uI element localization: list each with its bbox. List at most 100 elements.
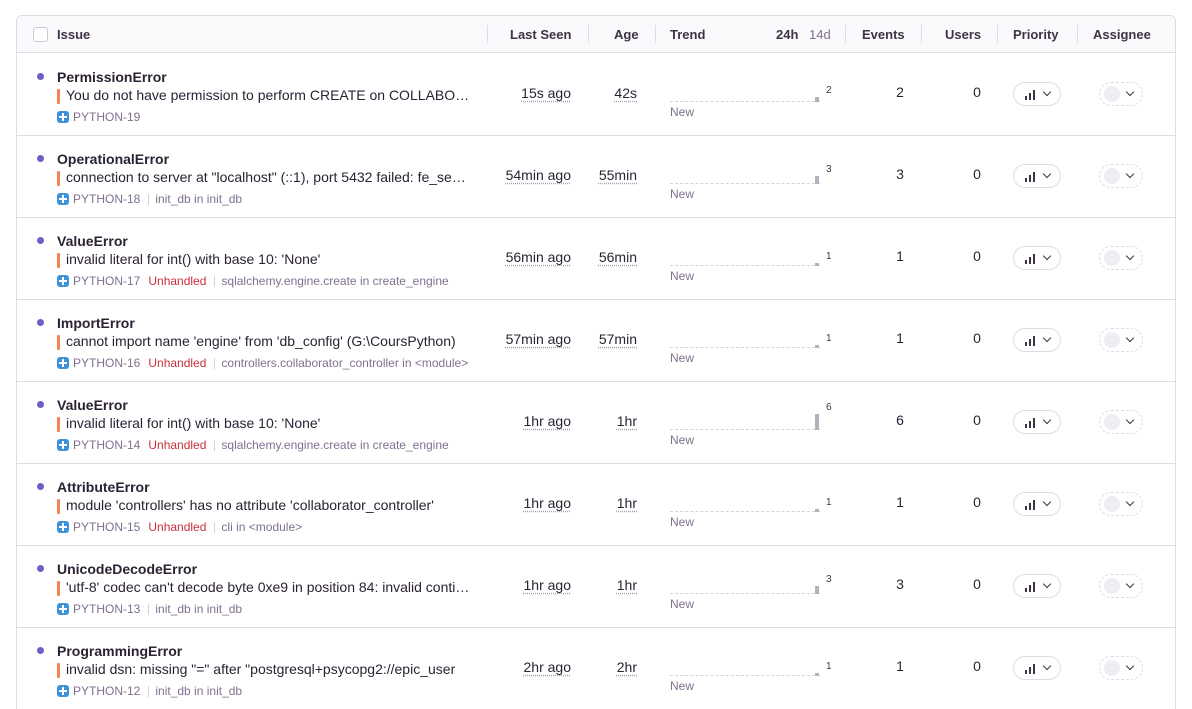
issue-meta: PYTHON-13 init_db in init_db — [57, 602, 242, 616]
assignee-selector[interactable] — [1099, 246, 1143, 270]
events-count: 1 — [896, 330, 904, 346]
table-row[interactable]: ProgrammingError invalid dsn: missing "="… — [17, 628, 1175, 709]
issue-message[interactable]: connection to server at "localhost" (::1… — [66, 169, 471, 185]
priority-dropdown[interactable] — [1013, 410, 1061, 434]
assignee-selector[interactable] — [1099, 164, 1143, 188]
column-events[interactable]: Events — [862, 27, 905, 42]
select-all-checkbox[interactable] — [33, 27, 48, 42]
table-row[interactable]: OperationalError connection to server at … — [17, 136, 1175, 218]
priority-signal-icon — [1025, 90, 1036, 100]
trend-sparkline — [670, 584, 834, 596]
sparkline-baseline — [670, 347, 820, 348]
chevron-down-icon — [1042, 415, 1052, 425]
assignee-selector[interactable] — [1099, 410, 1143, 434]
issue-title[interactable]: AttributeError — [57, 479, 150, 495]
sparkline-bar — [815, 586, 819, 594]
assignee-selector[interactable] — [1099, 574, 1143, 598]
issue-short-id[interactable]: PYTHON-16 — [73, 356, 140, 370]
chevron-down-icon — [1125, 87, 1135, 97]
issue-title[interactable]: ValueError — [57, 233, 128, 249]
issue-title[interactable]: OperationalError — [57, 151, 169, 167]
issue-message[interactable]: You do not have permission to perform CR… — [66, 87, 471, 103]
column-age[interactable]: Age — [614, 27, 639, 42]
trend-period-14d[interactable]: 14d — [809, 27, 831, 42]
message-level-bar — [57, 581, 60, 596]
issue-title[interactable]: ValueError — [57, 397, 128, 413]
last-seen-value: 54min ago — [505, 167, 571, 183]
issue-short-id[interactable]: PYTHON-17 — [73, 274, 140, 288]
issue-culprit: cli in <module> — [221, 520, 303, 534]
trend-label: New — [670, 679, 695, 693]
events-count: 6 — [896, 412, 904, 428]
table-row[interactable]: ImportError cannot import name 'engine' f… — [17, 300, 1175, 382]
unread-dot — [37, 155, 44, 162]
issue-message[interactable]: invalid literal for int() with base 10: … — [66, 251, 471, 267]
trend-sparkline — [670, 502, 834, 514]
issue-message[interactable]: cannot import name 'engine' from 'db_con… — [66, 333, 471, 349]
unread-dot — [37, 647, 44, 654]
priority-signal-icon — [1025, 254, 1036, 264]
priority-dropdown[interactable] — [1013, 492, 1061, 516]
issue-short-id[interactable]: PYTHON-12 — [73, 684, 140, 698]
issue-message[interactable]: module 'controllers' has no attribute 'c… — [66, 497, 471, 513]
issue-title[interactable]: ImportError — [57, 315, 135, 331]
events-count: 3 — [896, 166, 904, 182]
chevron-down-icon — [1042, 661, 1052, 671]
table-row[interactable]: UnicodeDecodeError 'utf-8' codec can't de… — [17, 546, 1175, 628]
meta-divider — [214, 357, 216, 369]
issue-short-id[interactable]: PYTHON-18 — [73, 192, 140, 206]
assignee-selector[interactable] — [1099, 492, 1143, 516]
priority-dropdown[interactable] — [1013, 656, 1061, 680]
priority-signal-icon — [1025, 664, 1036, 674]
priority-signal-icon — [1025, 582, 1036, 592]
issue-meta: PYTHON-16 Unhandled controllers.collaborat… — [57, 356, 468, 370]
table-row[interactable]: PermissionError You do not have permissio… — [17, 54, 1175, 136]
issue-short-id[interactable]: PYTHON-15 — [73, 520, 140, 534]
assignee-selector[interactable] — [1099, 82, 1143, 106]
issue-message[interactable]: invalid dsn: missing "=" after "postgres… — [66, 661, 471, 677]
table-row[interactable]: AttributeError module 'controllers' has n… — [17, 464, 1175, 546]
issue-title[interactable]: PermissionError — [57, 69, 167, 85]
age-value: 57min — [598, 331, 637, 347]
sparkline-baseline — [670, 511, 820, 512]
priority-dropdown[interactable] — [1013, 82, 1061, 106]
trend-label: New — [670, 597, 695, 611]
issue-message[interactable]: 'utf-8' codec can't decode byte 0xe9 in … — [66, 579, 471, 595]
chevron-down-icon — [1125, 497, 1135, 507]
events-count: 2 — [896, 84, 904, 100]
assignee-selector[interactable] — [1099, 328, 1143, 352]
sparkline-count: 1 — [826, 661, 832, 672]
table-row[interactable]: ValueError invalid literal for int() with… — [17, 218, 1175, 300]
column-last-seen[interactable]: Last Seen — [510, 27, 571, 42]
priority-dropdown[interactable] — [1013, 246, 1061, 270]
priority-dropdown[interactable] — [1013, 574, 1061, 598]
column-issue: Issue — [57, 27, 91, 42]
chevron-down-icon — [1042, 251, 1052, 261]
issue-title[interactable]: UnicodeDecodeError — [57, 561, 197, 577]
sparkline-count: 3 — [826, 574, 832, 585]
issue-short-id[interactable]: PYTHON-14 — [73, 438, 140, 452]
issue-title[interactable]: ProgrammingError — [57, 643, 182, 659]
column-users[interactable]: Users — [945, 27, 981, 42]
sparkline-baseline — [670, 675, 820, 676]
chevron-down-icon — [1042, 579, 1052, 589]
issue-culprit: init_db in init_db — [155, 192, 243, 206]
column-divider — [588, 25, 589, 43]
issue-short-id[interactable]: PYTHON-13 — [73, 602, 140, 616]
priority-dropdown[interactable] — [1013, 328, 1061, 352]
empty-avatar-icon — [1104, 414, 1120, 430]
trend-period-24h[interactable]: 24h — [776, 27, 798, 42]
chevron-down-icon — [1042, 87, 1052, 97]
issue-short-id[interactable]: PYTHON-19 — [73, 110, 140, 124]
users-count: 0 — [973, 494, 981, 510]
issue-message[interactable]: invalid literal for int() with base 10: … — [66, 415, 471, 431]
column-priority[interactable]: Priority — [1013, 27, 1059, 42]
empty-avatar-icon — [1104, 578, 1120, 594]
priority-dropdown[interactable] — [1013, 164, 1061, 188]
last-seen-value: 1hr ago — [523, 577, 571, 593]
assignee-selector[interactable] — [1099, 656, 1143, 680]
python-platform-icon — [57, 603, 69, 615]
meta-divider — [148, 603, 150, 615]
table-row[interactable]: ValueError invalid literal for int() with… — [17, 382, 1175, 464]
issue-culprit: init_db in init_db — [155, 602, 243, 616]
